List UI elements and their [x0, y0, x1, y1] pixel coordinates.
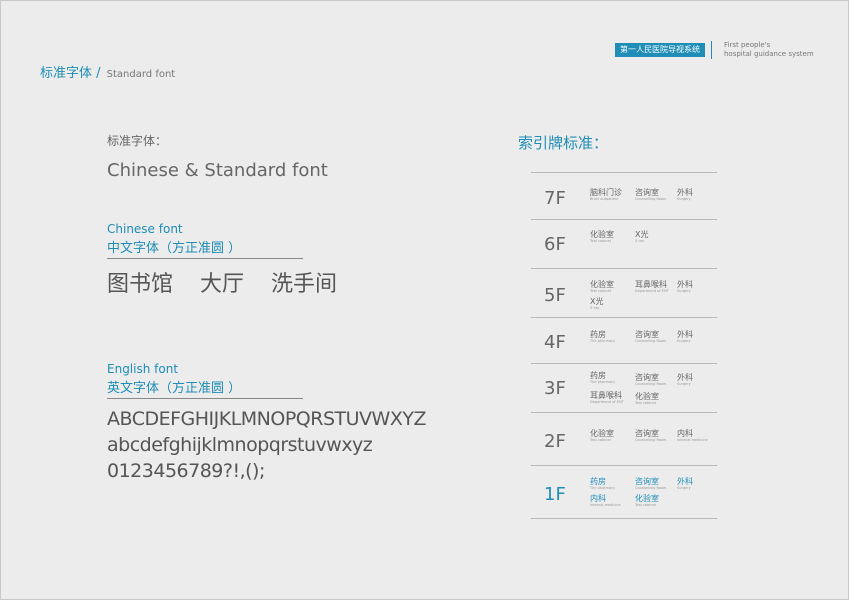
floor-row-4f: 4F 药房 The pharmacy 咨询室 Counselling Room 外科… [531, 318, 717, 364]
floor-row-7f: 7F 脑科门诊 Brain outpatient 咨询室 Counselling R… [531, 173, 717, 220]
floor-item: 药房 The pharmacy [590, 371, 616, 384]
floor-item: 咨询室 Counselling Room [635, 188, 667, 201]
digits-sample: 0123456789?!,(); [107, 460, 265, 482]
sample-hall: 大厅 [200, 272, 245, 297]
chinese-font-name: 中文字体（方正准圆 ） [107, 241, 242, 256]
brand-name-en: First people's hospital guidance system [724, 41, 814, 59]
floor-number: 2F [544, 431, 566, 452]
floor-item: X光 X ray [590, 297, 604, 310]
lowercase-sample: abcdefghijklmnopqrstuvwxyz [107, 434, 373, 456]
floor-item: 化验室 Test cabinet [590, 280, 614, 293]
floor-number-current: 1F [544, 484, 566, 505]
floor-row-6f: 6F 化验室 Test cabinet X光 X ray [531, 220, 717, 269]
english-font-divider [107, 398, 303, 399]
floor-item: 化验室 Test cabinet [635, 494, 659, 507]
floor-item: 化验室 Test cabinet [590, 429, 614, 442]
floor-item: 咨询室 Counselling Room [635, 477, 667, 490]
floor-row-2f: 2F 化验室 Test cabinet 咨询室 Counselling Room 内… [531, 413, 717, 466]
floor-item: 化验室 Test cabinet [590, 230, 614, 243]
section-title-cn: 标准字体 / [40, 66, 101, 81]
chinese-font-heading: Chinese font [107, 222, 183, 236]
floor-item: 耳鼻喉科 Department of ENT [590, 391, 624, 404]
floor-item: 药房 The pharmacy [590, 330, 616, 343]
sample-library: 图书馆 [107, 272, 174, 297]
floor-item: 外科 Surgery [677, 188, 693, 201]
floor-item: 耳鼻喉科 Department of ENT [635, 280, 669, 293]
floor-item: 外科 Surgery [677, 280, 693, 293]
floor-number: 3F [544, 378, 566, 399]
floor-item: 化验室 Test cabinet [635, 392, 659, 405]
floor-item: 咨询室 Counselling Room [635, 373, 667, 386]
english-font-heading: English font [107, 362, 179, 376]
floor-item: 内科 Internal medicine [677, 429, 708, 442]
floor-number: 6F [544, 234, 566, 255]
floor-number: 4F [544, 332, 566, 353]
section-title: 标准字体 / Standard font [40, 62, 175, 81]
section-title-en: Standard font [106, 69, 176, 80]
floor-item: 脑科门诊 Brain outpatient [590, 188, 622, 201]
brand-en-line2: hospital guidance system [724, 50, 814, 58]
brand-logo: 第一人民医院导视系统 [615, 41, 718, 59]
brand-separator [711, 41, 712, 59]
floor-item: 外科 Surgery [677, 373, 693, 386]
floor-item: 药房 The pharmacy [590, 477, 616, 490]
floor-item: 内科 Internal medicine [590, 494, 621, 507]
floor-number: 7F [544, 188, 566, 209]
sample-restroom: 洗手间 [271, 272, 338, 297]
chinese-font-samples: 图书馆 大厅 洗手间 [107, 266, 357, 298]
floor-item: 咨询室 Counselling Room [635, 330, 667, 343]
floor-item: 外科 Surgery [677, 330, 693, 343]
floor-item: 咨询室 Counselling Room [635, 429, 667, 442]
uppercase-sample: ABCDEFGHIJKLMNOPQRSTUVWXYZ [107, 408, 426, 430]
floor-row-3f: 3F 药房 The pharmacy 咨询室 Counselling Room 外科… [531, 364, 717, 413]
floor-item: X光 X ray [635, 230, 649, 243]
brand-en-line1: First people's [724, 41, 771, 49]
floor-row-5f: 5F 化验室 Test cabinet 耳鼻喉科 Department of ENT… [531, 269, 717, 318]
page-frame [0, 0, 849, 600]
floor-directory: 7F 脑科门诊 Brain outpatient 咨询室 Counselling R… [531, 172, 717, 519]
standard-font-title: Chinese & Standard font [107, 160, 328, 181]
english-font-name: 英文字体（方正准圆 ） [107, 381, 242, 396]
standard-font-label: 标准字体： [107, 134, 168, 148]
floor-number: 5F [544, 285, 566, 306]
chinese-font-divider [107, 258, 303, 259]
floor-item: 外科 Surgery [677, 477, 693, 490]
floor-row-1f: 1F 药房 The pharmacy 咨询室 Counselling Room 外科… [531, 466, 717, 519]
index-sign-title: 索引牌标准： [518, 134, 609, 152]
brand-name-cn: 第一人民医院导视系统 [615, 43, 705, 57]
